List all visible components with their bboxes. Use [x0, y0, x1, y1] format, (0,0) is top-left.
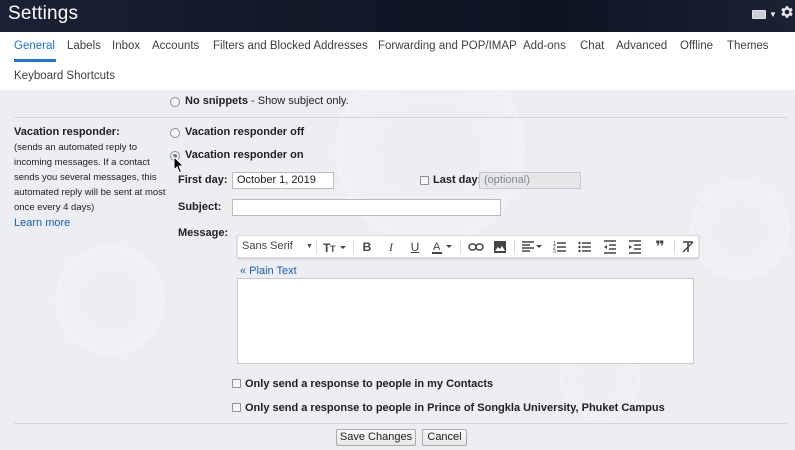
vacation-off-radio[interactable] [170, 128, 180, 138]
save-changes-button[interactable]: Save Changes [336, 429, 416, 446]
vacation-heading: Vacation responder: [14, 126, 120, 138]
vacation-description: (sends an automated reply to incoming me… [14, 142, 166, 213]
no-snippets-radio[interactable] [170, 97, 180, 107]
actions-divider [14, 423, 787, 424]
learn-more-link[interactable]: Learn more [14, 217, 70, 229]
toolbar-separator [460, 240, 461, 254]
page-title: Settings [8, 3, 79, 24]
subject-input[interactable] [232, 199, 501, 216]
tab-filters[interactable]: Filters and Blocked Addresses [213, 40, 368, 52]
underline-icon[interactable]: U [408, 240, 422, 254]
contacts-only-label: Only send a response to people in my Con… [245, 378, 494, 390]
svg-text:T: T [330, 244, 336, 254]
tab-themes[interactable]: Themes [727, 40, 769, 52]
tab-labels[interactable]: Labels [67, 40, 101, 52]
text-color-icon[interactable]: A [432, 240, 456, 254]
domain-only-label: Only send a response to people in Prince… [245, 402, 665, 414]
tab-inbox[interactable]: Inbox [112, 40, 140, 52]
tab-forwarding[interactable]: Forwarding and POP/IMAP [378, 40, 517, 52]
tab-offline[interactable]: Offline [680, 40, 713, 52]
message-label: Message: [178, 227, 229, 239]
no-snippets-bold: No snippets [185, 95, 248, 107]
bulleted-list-icon[interactable] [578, 240, 592, 254]
subject-label: Subject: [178, 201, 222, 213]
first-day-label: First day: [178, 174, 228, 186]
link-icon[interactable] [468, 240, 484, 254]
svg-text:A: A [433, 241, 441, 253]
section-divider [14, 117, 787, 118]
numbered-list-icon[interactable]: 123 [553, 240, 567, 254]
no-snippets-desc: - Show subject only. [247, 95, 349, 107]
image-icon[interactable] [493, 240, 507, 254]
contacts-only-checkbox[interactable] [232, 379, 241, 388]
formatting-toolbar: Sans Serif ▼ TT B I U A 123 ❞ [237, 235, 699, 258]
quote-icon[interactable]: ❞ [653, 240, 667, 256]
no-snippets-label: No snippets - Show subject only. [185, 95, 349, 107]
domain-only-checkbox[interactable] [232, 403, 241, 412]
plain-text-link[interactable]: « Plain Text [240, 265, 297, 277]
mouse-cursor-icon [173, 156, 185, 174]
tab-general[interactable]: General [14, 40, 55, 52]
tab-addons[interactable]: Add-ons [523, 40, 566, 52]
svg-text:3: 3 [553, 249, 556, 254]
last-day-label: Last day: [433, 174, 482, 186]
cancel-button[interactable]: Cancel [422, 429, 467, 446]
settings-tabs: General Labels Inbox Accounts Filters an… [0, 32, 795, 90]
font-family-value: Sans Serif [242, 240, 293, 252]
top-bar: Settings ▼ [0, 0, 795, 32]
tab-advanced[interactable]: Advanced [616, 40, 667, 52]
chevron-down-icon[interactable]: ▼ [769, 10, 777, 19]
keyboard-icon[interactable] [752, 10, 766, 19]
indent-less-icon[interactable] [603, 240, 617, 254]
active-tab-indicator [14, 59, 56, 62]
tab-chat[interactable]: Chat [580, 40, 604, 52]
italic-icon[interactable]: I [384, 240, 398, 254]
toolbar-separator [674, 240, 675, 254]
indent-more-icon[interactable] [628, 240, 642, 254]
tab-accounts[interactable]: Accounts [152, 40, 199, 52]
last-day-input[interactable]: (optional) [479, 172, 581, 189]
toolbar-separator [316, 240, 317, 254]
remove-formatting-icon[interactable] [681, 240, 695, 254]
toolbar-separator [514, 240, 515, 254]
gear-icon[interactable] [779, 3, 795, 21]
first-day-input[interactable]: October 1, 2019 [232, 172, 334, 189]
vacation-off-label: Vacation responder off [185, 126, 305, 138]
vacation-on-label: Vacation responder on [185, 149, 304, 161]
font-size-icon[interactable]: TT [322, 240, 348, 254]
chevron-down-icon: ▼ [306, 243, 313, 250]
bold-icon[interactable]: B [360, 240, 374, 254]
tab-keyboard-shortcuts[interactable]: Keyboard Shortcuts [14, 70, 115, 82]
last-day-checkbox[interactable] [420, 176, 429, 185]
align-icon[interactable] [521, 240, 545, 254]
settings-content: No snippets - Show subject only. Vacatio… [0, 90, 795, 450]
font-family-select[interactable]: Sans Serif ▼ [242, 240, 313, 254]
message-body-editor[interactable] [237, 278, 694, 364]
toolbar-separator [353, 240, 354, 254]
